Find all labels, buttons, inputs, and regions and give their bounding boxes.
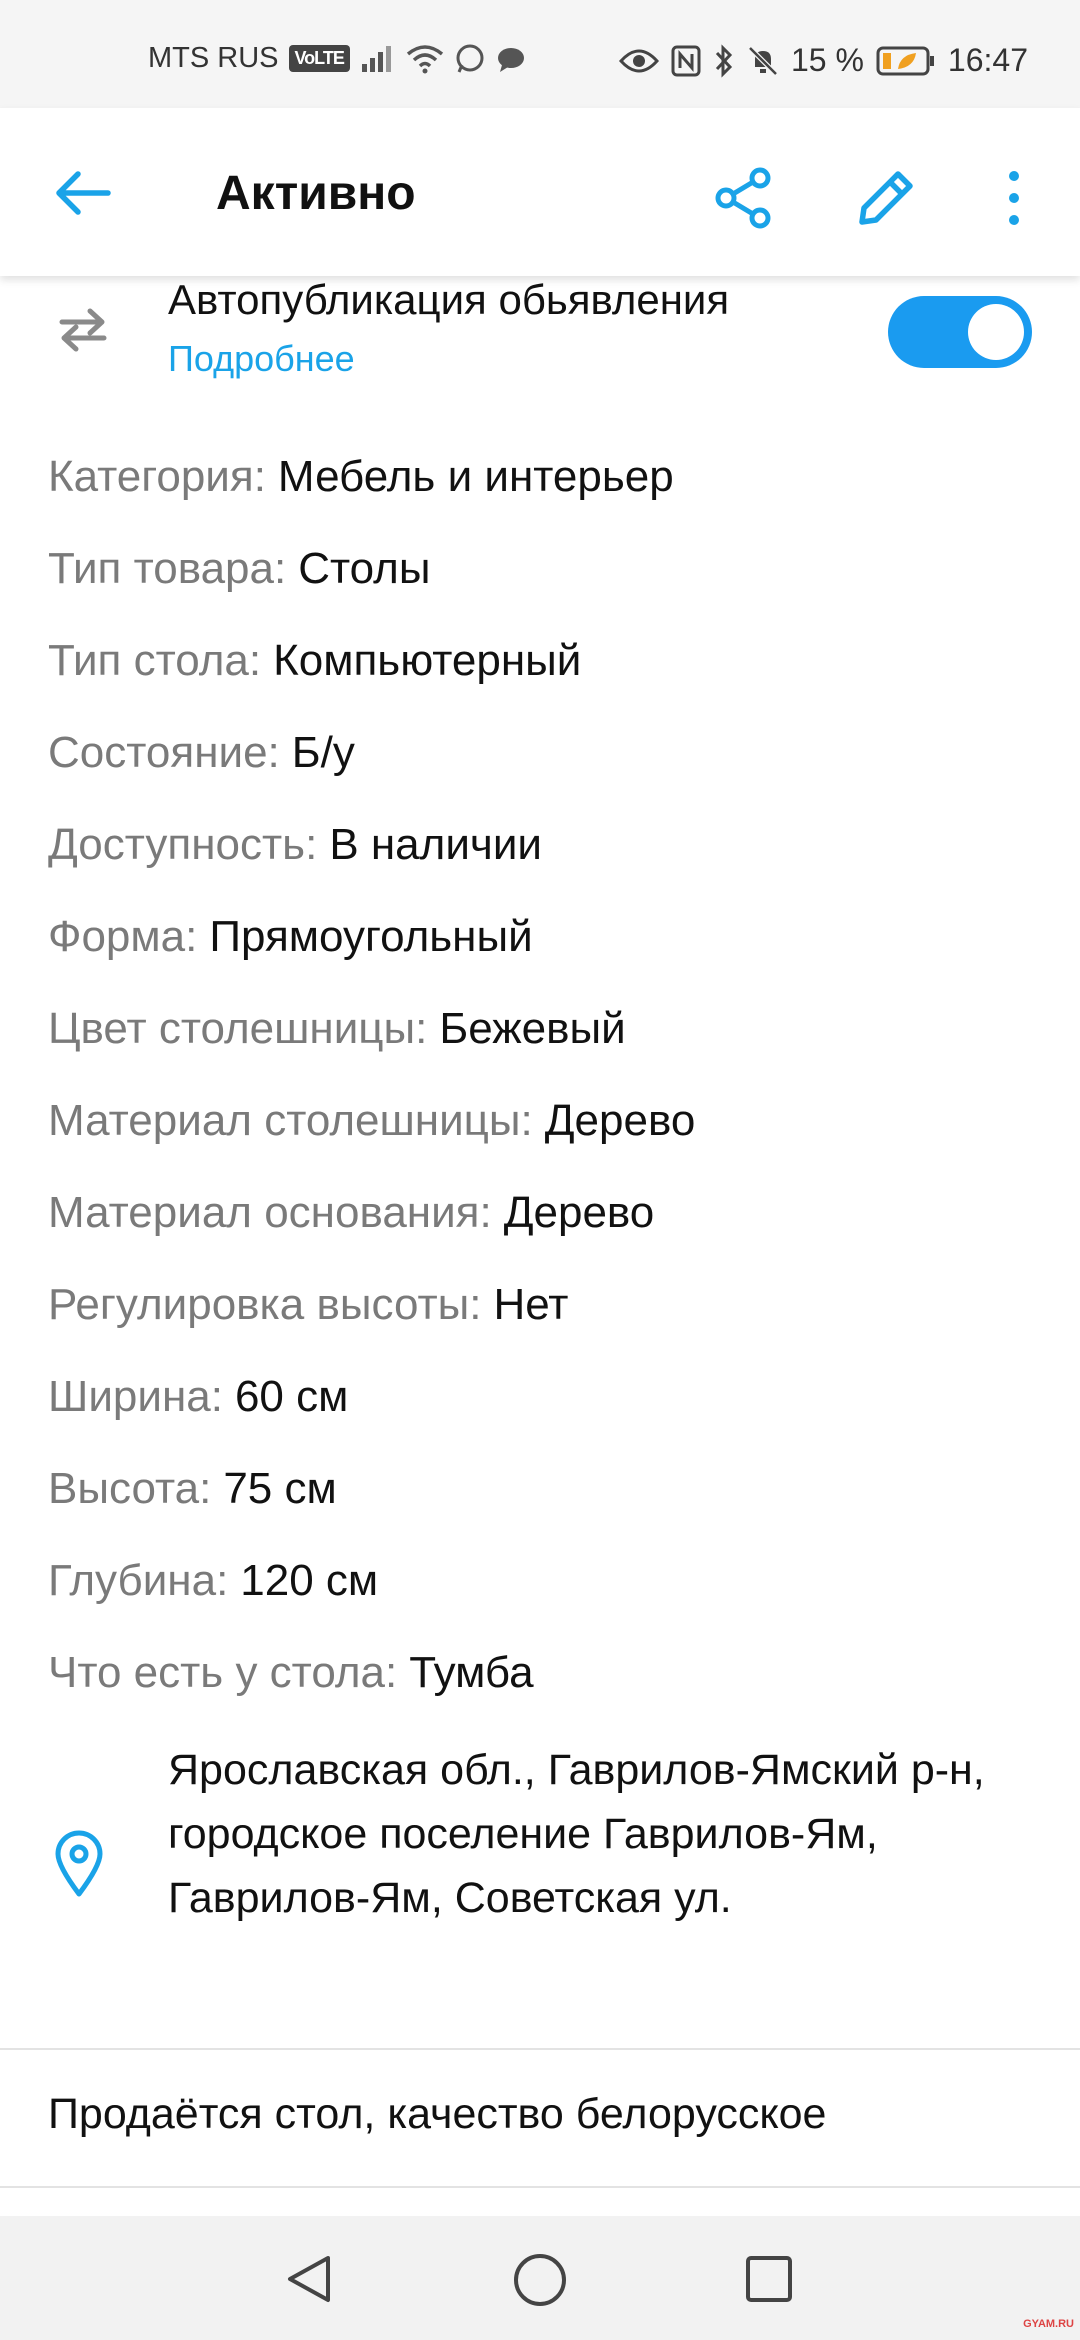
divider [0, 2048, 1080, 2050]
property-label: Форма: [48, 912, 198, 961]
property-value: Б/у [291, 728, 355, 777]
battery-icon [876, 46, 934, 75]
property-value: Компьютерный [273, 636, 582, 685]
property-label: Регулировка высоты: [48, 1280, 482, 1329]
property-label: Материал столешницы: [48, 1096, 533, 1145]
properties-list: Категория: Мебель и интерьер Тип товара: С… [48, 452, 1048, 1740]
auto-publish-row: Автопубликация обьявления Подробнее [0, 276, 1080, 396]
property-row: Регулировка высоты: Нет [48, 1280, 1048, 1372]
watermark: GYAM.RU [1023, 2318, 1074, 2330]
auto-publish-toggle[interactable] [888, 296, 1032, 368]
property-row: Цвет столешницы: Бежевый [48, 1004, 1048, 1096]
property-label: Материал основания: [48, 1188, 492, 1237]
address-text: Ярославская обл., Гаврилов-Ямский р-н, г… [168, 1746, 985, 1922]
property-label: Ширина: [48, 1372, 223, 1421]
divider [0, 2186, 1080, 2188]
pencil-icon[interactable] [852, 164, 920, 232]
property-row: Форма: Прямоугольный [48, 912, 1048, 1004]
property-label: Тип стола: [48, 636, 262, 685]
property-label: Состояние: [48, 728, 280, 777]
property-row: Ширина: 60 см [48, 1372, 1048, 1464]
property-label: Что есть у стола: [48, 1648, 398, 1697]
property-row: Глубина: 120 см [48, 1556, 1048, 1648]
nav-recents-icon[interactable] [744, 2254, 794, 2304]
wifi-icon [406, 44, 443, 73]
property-value: Дерево [503, 1188, 655, 1237]
nfc-icon [671, 45, 701, 76]
property-value: Бежевый [439, 1004, 626, 1053]
property-label: Тип товара: [48, 544, 287, 593]
ad-description: Продаётся стол, качество белорусское [48, 2090, 827, 2138]
carrier-name: MTS RUS [148, 42, 279, 74]
property-row: Что есть у стола: Тумба [48, 1648, 1048, 1740]
location-row[interactable]: Ярославская обл., Гаврилов-Ямский р-н, г… [0, 1730, 1080, 1990]
property-row: Тип стола: Компьютерный [48, 636, 1048, 728]
share-icon[interactable] [712, 166, 776, 230]
app-bar: Активно [0, 108, 1080, 276]
property-value: В наличии [329, 820, 542, 869]
property-label: Глубина: [48, 1556, 229, 1605]
toggle-knob [968, 304, 1024, 360]
property-row: Материал столешницы: Дерево [48, 1096, 1048, 1188]
volte-badge: VoLTE [288, 45, 350, 72]
clock: 16:47 [947, 42, 1028, 78]
property-label: Категория: [48, 452, 266, 501]
page-title: Активно [216, 167, 416, 220]
property-row: Состояние: Б/у [48, 728, 1048, 820]
whatsapp-icon [456, 44, 484, 73]
nav-home-icon[interactable] [512, 2252, 568, 2308]
property-label: Высота: [48, 1464, 212, 1513]
property-row: Доступность: В наличии [48, 820, 1048, 912]
property-value: Нет [493, 1280, 569, 1329]
status-left: MTS RUS VoLTE [148, 42, 526, 75]
property-value: 60 см [234, 1372, 349, 1421]
signal-icon [361, 45, 391, 72]
bluetooth-icon [715, 43, 733, 78]
property-row: Высота: 75 см [48, 1464, 1048, 1556]
battery-percent: 15 % [790, 42, 864, 78]
property-value: Мебель и интерьер [277, 452, 674, 501]
property-value: Тумба [409, 1648, 534, 1697]
property-value: Столы [298, 544, 431, 593]
property-row: Материал основания: Дерево [48, 1188, 1048, 1280]
arrow-left-icon[interactable] [50, 160, 116, 226]
auto-publish-title: Автопубликация обьявления [168, 276, 730, 323]
property-value: Дерево [544, 1096, 696, 1145]
bell-off-icon [748, 45, 778, 76]
more-info-link[interactable]: Подробнее [168, 338, 355, 380]
more-vertical-icon[interactable] [996, 168, 1032, 228]
status-right: 15 % 16:47 [618, 42, 1028, 79]
map-pin-icon [55, 1830, 103, 1897]
property-row: Тип товара: Столы [48, 544, 1048, 636]
property-label: Доступность: [48, 820, 318, 869]
repeat-icon [59, 308, 107, 352]
property-value: 120 см [240, 1556, 379, 1605]
property-label: Цвет столешницы: [48, 1004, 428, 1053]
nav-back-icon[interactable] [282, 2252, 336, 2306]
status-bar: MTS RUS VoLTE 15 % 16:47 [0, 0, 1080, 108]
property-value: 75 см [223, 1464, 337, 1513]
message-icon [497, 47, 524, 72]
property-value: Прямоугольный [209, 912, 533, 961]
system-nav-bar [0, 2216, 1080, 2340]
eye-icon [618, 49, 659, 72]
property-row: Категория: Мебель и интерьер [48, 452, 1048, 544]
